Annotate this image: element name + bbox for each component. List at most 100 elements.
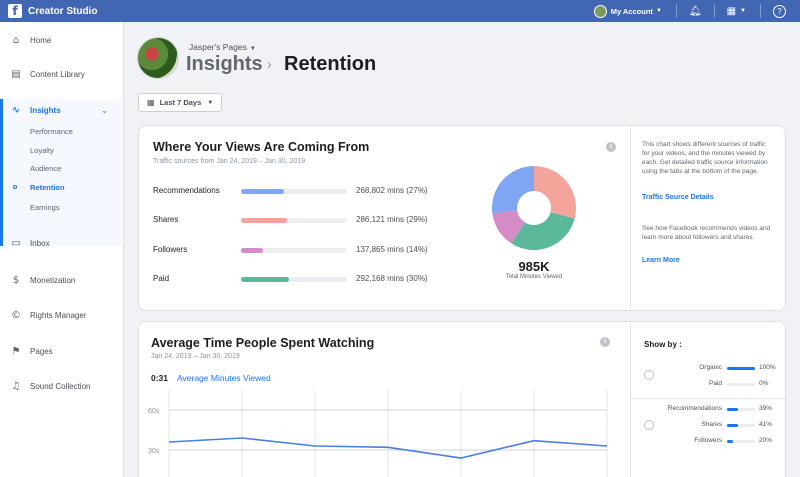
traffic-source-details-link[interactable]: Traffic Source Details — [642, 194, 714, 201]
date-range-label: Last 7 Days — [159, 98, 202, 107]
copyright-icon: © — [11, 309, 21, 321]
learn-more-link[interactable]: Learn More — [642, 257, 680, 264]
show-by-bar-track — [727, 424, 755, 427]
chevron-down-icon[interactable]: ⌄ — [101, 106, 108, 115]
show-by-row-value: 0% — [759, 380, 769, 387]
chevron-down-icon[interactable]: ▼ — [740, 8, 746, 14]
traffic-help-text: This chart shows different sources of tr… — [642, 141, 768, 175]
breadcrumb-separator-icon: › — [267, 56, 272, 72]
total-minutes-value: 985K — [518, 259, 550, 274]
show-by-bar-track — [727, 367, 755, 370]
card-title: Where Your Views Are Coming From — [153, 140, 370, 154]
total-minutes-label: Total Minutes Viewed — [505, 274, 563, 280]
donut-slice-shares[interactable] — [534, 166, 576, 219]
source-label: Shares — [153, 215, 179, 224]
show-by-row-value: 100% — [759, 364, 776, 371]
sidebar-item-pages[interactable]: ⚑ Pages — [0, 341, 124, 361]
source-bar-track — [241, 218, 347, 223]
sidebar-item-label: Insights — [30, 105, 61, 115]
source-bar-fill — [241, 189, 285, 194]
calendar-icon: ▦ — [147, 98, 155, 107]
dollar-icon: $ — [12, 274, 20, 286]
inbox-icon: ▭ — [11, 237, 21, 249]
sidebar-sub-retention[interactable]: Retention — [30, 183, 65, 192]
traffic-source-row: Followers 137,865 mins (14%) — [153, 244, 453, 258]
show-by-organic-paid-radio[interactable] — [644, 370, 654, 380]
traffic-source-row: Recommendations 268,802 mins (27%) — [153, 185, 453, 199]
info-icon[interactable]: i — [606, 142, 616, 152]
traffic-donut-chart — [492, 166, 576, 250]
library-icon: ▤ — [11, 68, 21, 80]
sidebar-item-home[interactable]: ⌂ Home — [0, 30, 124, 50]
sidebar: ⌂ Home ▤ Content Library ∿ Insights ⌄ Pe… — [0, 22, 124, 477]
watch-time-card: Average Time People Spent Watching Jan 2… — [138, 321, 787, 477]
sidebar-item-inbox[interactable]: ▭ Inbox — [0, 233, 124, 253]
show-by-row-value: 20% — [759, 437, 773, 444]
date-range-dropdown[interactable]: ▦ Last 7 Days ▼ — [138, 93, 222, 112]
sidebar-sub-loyalty[interactable]: Loyalty — [30, 146, 54, 155]
source-bar-track — [241, 248, 347, 253]
breadcrumb-insights[interactable]: Insights — [186, 53, 263, 76]
account-menu-label[interactable]: My Account — [611, 7, 653, 16]
show-by-source-radio[interactable] — [644, 420, 654, 430]
show-by-row: Shares 41% — [659, 421, 779, 431]
show-by-bar-fill — [727, 440, 733, 443]
divider — [760, 4, 761, 18]
home-icon: ⌂ — [12, 34, 20, 46]
show-by-bar-fill — [727, 408, 738, 411]
flag-icon: ⚑ — [11, 345, 21, 357]
page-name: Jasper's Pages — [189, 42, 247, 52]
divider — [675, 4, 677, 18]
source-bar-fill — [241, 248, 264, 253]
sidebar-item-label: Home — [30, 35, 52, 45]
show-by-row-label: Recommendations — [667, 405, 722, 412]
source-bar-fill — [241, 277, 289, 282]
sidebar-item-monetization[interactable]: $ Monetization — [0, 270, 124, 290]
info-icon[interactable]: i — [600, 337, 610, 347]
show-by-row-value: 41% — [759, 421, 773, 428]
sidebar-item-label: Content Library — [30, 69, 85, 79]
divider — [630, 322, 631, 477]
show-by-bar-fill — [727, 424, 739, 427]
show-by-row: Paid 0% — [659, 380, 779, 390]
sidebar-item-rights-manager[interactable]: © Rights Manager — [0, 305, 124, 325]
source-value: 268,802 mins (27%) — [356, 186, 428, 195]
insights-icon: ∿ — [11, 104, 21, 116]
app-title[interactable]: Creator Studio — [28, 6, 97, 17]
show-by-row-label: Organic — [699, 364, 722, 371]
account-avatar[interactable] — [593, 4, 607, 18]
show-by-bar-track — [727, 383, 755, 386]
active-dot-icon — [13, 185, 17, 189]
traffic-sources-card: Where Your Views Are Coming From Traffic… — [138, 125, 786, 311]
page-avatar[interactable] — [137, 37, 179, 79]
sidebar-item-content-library[interactable]: ▤ Content Library — [0, 64, 124, 84]
source-bar-track — [241, 189, 347, 194]
show-by-bar-track — [727, 440, 755, 443]
sidebar-item-sound-collection[interactable]: ♫ Sound Collection — [0, 376, 124, 396]
page-selector[interactable]: Jasper's Pages ▼ — [189, 42, 256, 52]
chevron-down-icon[interactable]: ▼ — [656, 8, 662, 14]
grid-icon[interactable]: ▦ — [727, 6, 736, 17]
show-by-row: Recommendations 39% — [659, 405, 779, 415]
sidebar-item-label: Rights Manager — [30, 310, 87, 320]
y-tick-label: 30s — [148, 448, 160, 455]
sidebar-sub-earnings[interactable]: Earnings — [30, 203, 60, 212]
recommend-help-text: See how Facebook recommends videos and l… — [642, 225, 771, 241]
show-by-row-label: Paid — [708, 380, 722, 387]
source-value: 292,168 mins (30%) — [356, 274, 428, 283]
donut-slice-paid[interactable] — [511, 212, 575, 250]
show-by-row-label: Shares — [701, 421, 722, 428]
topbar-actions: My Account ▼ 🔔︎ ▦ ▼ ? — [593, 0, 800, 22]
chevron-down-icon: ▼ — [207, 99, 214, 106]
traffic-source-row: Shares 286,121 mins (29%) — [153, 214, 453, 228]
facebook-logo-icon[interactable]: f — [8, 4, 22, 18]
divider — [630, 398, 787, 399]
sidebar-sub-performance[interactable]: Performance — [30, 127, 73, 136]
bell-icon[interactable]: 🔔︎ — [689, 6, 702, 17]
donut-slice-recommendations[interactable] — [492, 166, 534, 214]
chevron-down-icon: ▼ — [249, 46, 256, 52]
sidebar-sub-audience[interactable]: Audience — [30, 164, 61, 173]
help-icon[interactable]: ? — [773, 4, 786, 18]
show-by-row: Organic 100% — [659, 364, 779, 374]
sidebar-item-insights[interactable]: ∿ Insights ⌄ — [3, 100, 122, 120]
